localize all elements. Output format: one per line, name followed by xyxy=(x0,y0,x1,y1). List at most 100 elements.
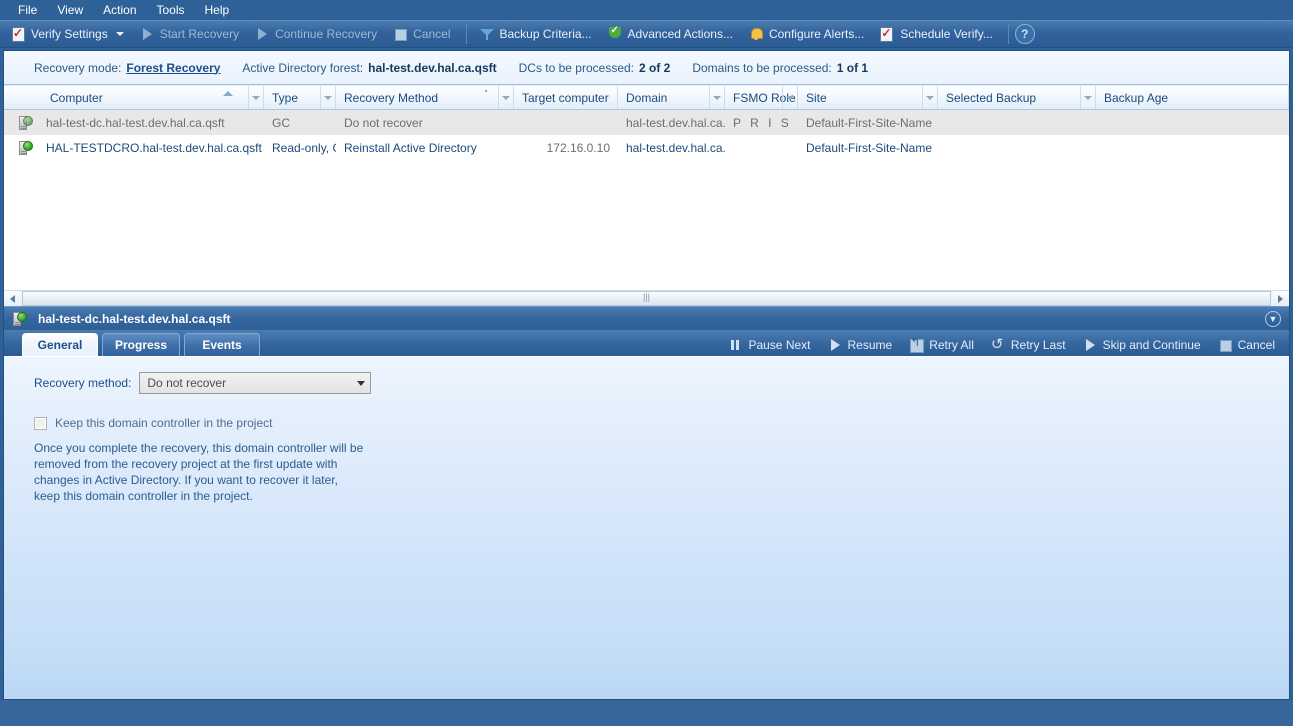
toolbar-advanced-actions[interactable]: Advanced Actions... xyxy=(601,22,742,46)
bell-icon xyxy=(748,26,764,42)
cell-type: Read-only, GC xyxy=(272,140,336,155)
scroll-left-button[interactable] xyxy=(4,291,21,306)
column-header-selected-backup[interactable]: Selected Backup xyxy=(938,86,1096,109)
recovery-method-select[interactable]: Do not recover xyxy=(139,372,372,394)
menu-tools[interactable]: Tools xyxy=(147,1,195,19)
play-icon xyxy=(827,337,843,353)
chevron-down-icon[interactable] xyxy=(352,373,370,393)
domain-controller-icon xyxy=(18,140,34,156)
play-icon xyxy=(254,26,270,42)
toolbar-start-recovery[interactable]: Start Recovery xyxy=(133,22,248,46)
keep-dc-description: Once you complete the recovery, this dom… xyxy=(34,441,364,503)
toolbar-configure-alerts-label: Configure Alerts... xyxy=(768,27,865,41)
clipboard-check-icon xyxy=(10,26,26,42)
retry-last-label: Retry Last xyxy=(1010,338,1066,352)
scrollbar-thumb[interactable] xyxy=(22,291,1271,306)
column-header-site[interactable]: Site xyxy=(798,86,938,109)
column-header-target-computer-label: Target computer xyxy=(522,90,609,105)
forest-recovery-link[interactable]: Forest Recovery xyxy=(126,61,220,75)
detail-pane-title: hal-test-dc.hal-test.dev.hal.ca.qsft xyxy=(38,311,231,326)
column-header-type[interactable]: Type xyxy=(264,86,336,109)
play-icon xyxy=(1082,337,1098,353)
cell-site: Default-First-Site-Name xyxy=(806,115,933,130)
grid-header-gutter xyxy=(4,86,42,109)
collapse-chevron-icon[interactable]: ▼ xyxy=(1265,311,1281,327)
column-filter-fsmo-role[interactable] xyxy=(782,86,797,109)
info-forest: Active Directory forest: hal-test.dev.ha… xyxy=(242,61,496,75)
chevron-left-icon xyxy=(10,294,15,303)
column-filter-recovery-method[interactable] xyxy=(498,86,513,109)
retry-last-button[interactable]: Retry Last xyxy=(982,335,1074,355)
retry-all-label: Retry All xyxy=(929,338,974,352)
resume-button[interactable]: Resume xyxy=(819,335,901,355)
application-window: File View Action Tools Help Verify Setti… xyxy=(0,0,1293,726)
chevron-down-icon[interactable] xyxy=(115,32,124,36)
toolbar-verify-settings[interactable]: Verify Settings xyxy=(4,22,133,46)
column-header-target-computer[interactable]: Target computer xyxy=(514,86,618,109)
toolbar-schedule-verify-label: Schedule Verify... xyxy=(900,27,993,41)
tab-progress[interactable]: Progress xyxy=(102,333,181,356)
column-indicator-dot xyxy=(485,90,487,92)
pause-next-label: Pause Next xyxy=(748,338,811,352)
column-header-recovery-method[interactable]: Recovery Method xyxy=(336,86,514,109)
detail-pane-header: hal-test-dc.hal-test.dev.hal.ca.qsft ▼ xyxy=(4,306,1289,330)
tab-general[interactable]: General xyxy=(22,333,98,356)
column-header-backup-age-label: Backup Age xyxy=(1104,90,1169,105)
skip-and-continue-button[interactable]: Skip and Continue xyxy=(1074,335,1209,355)
resume-label: Resume xyxy=(847,338,893,352)
column-filter-domain[interactable] xyxy=(709,86,724,109)
toolbar-backup-criteria[interactable]: Backup Criteria... xyxy=(473,22,601,46)
keep-dc-row: Keep this domain controller in the proje… xyxy=(4,394,1289,430)
menu-view[interactable]: View xyxy=(47,1,93,19)
column-filter-type[interactable] xyxy=(320,86,335,109)
scroll-right-button[interactable] xyxy=(1272,291,1289,306)
menu-file[interactable]: File xyxy=(8,1,47,19)
general-tab-panel: Recovery method: Do not recover Keep thi… xyxy=(4,356,1289,699)
keep-dc-checkbox[interactable] xyxy=(34,416,47,430)
chevron-down-icon xyxy=(324,95,332,100)
column-header-fsmo-role[interactable]: FSMO Role xyxy=(725,86,798,109)
toolbar-verify-settings-label: Verify Settings xyxy=(31,27,108,41)
detail-cancel-label: Cancel xyxy=(1237,338,1275,352)
info-dcs-value: 2 of 2 xyxy=(639,60,671,75)
retry-all-icon xyxy=(908,335,925,353)
toolbar-continue-recovery[interactable]: Continue Recovery xyxy=(248,22,386,46)
chevron-down-icon xyxy=(1084,95,1092,100)
schedule-verify-icon xyxy=(879,26,895,42)
toolbar-configure-alerts[interactable]: Configure Alerts... xyxy=(742,22,873,46)
detail-action-toolbar: Pause Next Resume Retry All Retry Last S… xyxy=(719,335,1283,355)
domain-controller-icon xyxy=(18,115,34,131)
info-dcs: DCs to be processed: 2 of 2 xyxy=(519,61,671,75)
menu-action[interactable]: Action xyxy=(93,1,146,19)
toolbar-backup-criteria-label: Backup Criteria... xyxy=(499,27,592,41)
table-row[interactable]: HAL-TESTDCRO.hal-test.dev.hal.ca.qsft Re… xyxy=(4,135,1289,160)
column-header-domain-label: Domain xyxy=(626,90,668,105)
funnel-icon xyxy=(479,26,495,42)
pause-next-button[interactable]: Pause Next xyxy=(719,335,818,355)
column-header-backup-age[interactable]: Backup Age xyxy=(1096,86,1289,109)
column-filter-selected-backup[interactable] xyxy=(1080,86,1095,109)
grid-horizontal-scrollbar[interactable] xyxy=(4,290,1289,306)
column-filter-computer[interactable] xyxy=(248,86,263,109)
status-bar xyxy=(0,700,1293,726)
chevron-down-icon xyxy=(252,95,260,100)
chevron-down-icon xyxy=(713,95,721,100)
row-gutter xyxy=(4,140,42,156)
toolbar-cancel[interactable]: Cancel xyxy=(386,22,459,46)
column-header-computer[interactable]: Computer xyxy=(42,86,264,109)
recovery-info-bar: Recovery mode: Forest Recovery Active Di… xyxy=(4,51,1289,85)
retry-all-button[interactable]: Retry All xyxy=(900,335,982,355)
info-domains-value: 1 of 1 xyxy=(836,60,869,75)
cell-recovery-method: Reinstall Active Directory xyxy=(344,140,477,155)
detail-cancel-button[interactable]: Cancel xyxy=(1209,335,1283,355)
tab-events[interactable]: Events xyxy=(184,333,261,356)
column-filter-site[interactable] xyxy=(922,86,937,109)
column-header-domain[interactable]: Domain xyxy=(618,86,725,109)
column-header-recovery-method-label: Recovery Method xyxy=(344,90,439,105)
menu-help[interactable]: Help xyxy=(195,1,240,19)
cell-fsmo-role: P R I S D xyxy=(733,115,798,130)
help-button[interactable]: ? xyxy=(1014,24,1035,44)
pause-icon xyxy=(727,337,743,353)
table-row[interactable]: hal-test-dc.hal-test.dev.hal.ca.qsft GC … xyxy=(4,110,1289,135)
toolbar-schedule-verify[interactable]: Schedule Verify... xyxy=(873,22,1002,46)
